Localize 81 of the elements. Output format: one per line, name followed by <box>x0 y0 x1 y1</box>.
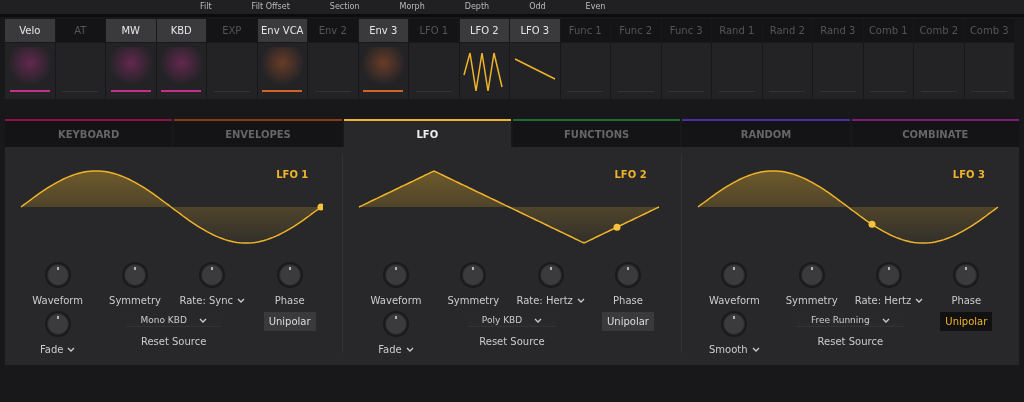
knob-label[interactable]: Rate: Sync <box>179 295 246 306</box>
knob[interactable] <box>952 261 981 289</box>
knob[interactable] <box>121 261 149 289</box>
mod-source-tab[interactable]: LFO 2 <box>459 19 509 42</box>
knob-label: Symmetry <box>785 295 838 306</box>
knob[interactable] <box>382 261 410 289</box>
mod-source-tab[interactable]: LFO 3 <box>510 19 560 42</box>
knob[interactable] <box>797 261 826 289</box>
glow <box>9 47 51 87</box>
knob-label[interactable]: Rate: Hertz <box>516 295 585 306</box>
knob-label: Phase <box>274 295 305 306</box>
glow <box>362 47 404 87</box>
playhead-dot[interactable] <box>868 220 876 228</box>
glow <box>160 47 202 87</box>
parameter-label: Odd <box>529 2 546 12</box>
knob-label[interactable]: Fade <box>378 344 414 355</box>
knob-label: Waveform <box>370 295 422 306</box>
parameter-label: Section <box>329 2 360 12</box>
knob[interactable] <box>275 261 304 289</box>
chevron-down-icon <box>198 317 207 323</box>
mod-source-display <box>611 43 661 99</box>
mod-source-display <box>914 43 964 99</box>
knob[interactable] <box>720 261 749 289</box>
mod-source-display <box>863 43 913 99</box>
reset-source-dropdown[interactable]: Mono KBD <box>126 314 221 327</box>
mod-source-tab[interactable]: KBD <box>156 19 206 42</box>
reset-source-dropdown[interactable]: Poly KBD <box>467 314 557 327</box>
chevron-down-icon <box>751 347 760 352</box>
unipolar-button[interactable]: Unipolar <box>940 312 993 331</box>
knob[interactable] <box>198 261 227 289</box>
mod-source-display <box>661 43 711 99</box>
knob-label: Symmetry <box>447 295 500 306</box>
knob-label: Phase <box>613 295 643 306</box>
glow <box>261 47 303 87</box>
parameter-label: Depth <box>464 2 490 12</box>
reset-source-label: Reset Source <box>479 336 545 347</box>
lfo-title: LFO 2 <box>614 169 647 180</box>
playhead-dot[interactable] <box>613 223 621 231</box>
knob[interactable] <box>536 261 565 289</box>
mod-source-tab[interactable]: Env VCA <box>257 19 307 42</box>
parameter-label: Filt <box>200 2 212 12</box>
reset-source-dropdown[interactable]: Free Running <box>796 314 904 327</box>
chevron-down-icon <box>534 317 543 323</box>
knob[interactable] <box>874 261 903 289</box>
chevron-down-icon <box>576 298 585 303</box>
knob-label[interactable]: Rate: Hertz <box>854 295 924 306</box>
knob-label: Symmetry <box>109 295 161 306</box>
mod-source-display <box>964 43 1014 99</box>
knob-label: Waveform <box>708 295 760 306</box>
chevron-down-icon <box>67 347 76 352</box>
knob[interactable] <box>43 261 72 289</box>
chevron-down-icon <box>405 347 414 352</box>
chevron-down-icon <box>237 298 246 303</box>
parameter-label: Morph <box>399 2 425 12</box>
lfo-title: LFO 3 <box>952 169 985 180</box>
unipolar-button[interactable]: Unipolar <box>263 312 316 331</box>
category-tab[interactable]: LFO <box>343 119 511 147</box>
mod-source-display <box>712 43 762 99</box>
chevron-down-icon <box>915 298 924 303</box>
knob[interactable] <box>43 310 72 338</box>
parameter-label: Even <box>585 2 606 12</box>
reset-source-label: Reset Source <box>817 336 884 347</box>
knob-label: Waveform <box>32 295 84 306</box>
knob[interactable] <box>613 261 642 289</box>
mod-source-tab[interactable]: MW <box>106 19 156 42</box>
knob-label[interactable]: Smooth <box>709 344 760 355</box>
mod-source-tab[interactable]: Env 3 <box>358 19 408 42</box>
glow <box>110 47 152 87</box>
lfo-title: LFO 1 <box>276 169 309 180</box>
knob[interactable] <box>459 261 488 289</box>
reset-source-label: Reset Source <box>140 336 207 347</box>
knob[interactable] <box>720 310 749 338</box>
knob[interactable] <box>382 310 410 338</box>
chevron-down-icon <box>881 317 890 323</box>
mod-source-tab[interactable]: Velo <box>5 19 55 42</box>
mod-source-display <box>762 43 812 99</box>
parameter-label: Filt Offset <box>251 2 290 12</box>
unipolar-button[interactable]: Unipolar <box>602 312 654 331</box>
knob-label: Phase <box>951 295 982 306</box>
mod-source-display <box>813 43 863 99</box>
knob-label[interactable]: Fade <box>39 344 76 355</box>
